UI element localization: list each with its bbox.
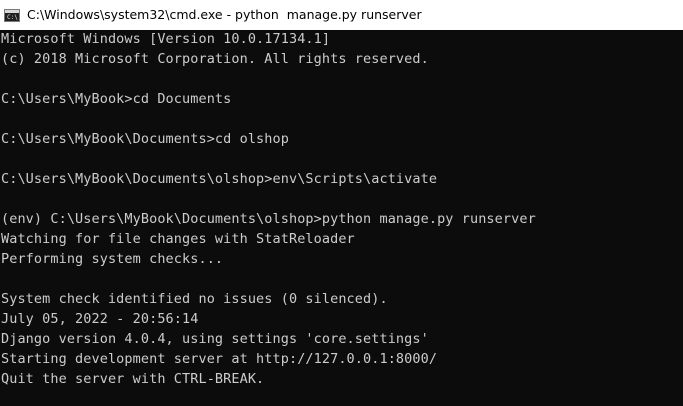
console-line: Django version 4.0.4, using settings 'co… [1,331,429,347]
console-line: (env) C:\Users\MyBook\Documents\olshop>p… [1,211,536,227]
console-line: July 05, 2022 - 20:56:14 [1,311,199,327]
console-line: Quit the server with CTRL-BREAK. [1,371,265,387]
console-line: (c) 2018 Microsoft Corporation. All righ… [1,51,429,67]
console-line: Performing system checks... [1,251,224,267]
cmd-icon-label: C:\ [7,13,18,21]
console-line: System check identified no issues (0 sil… [1,291,388,307]
cmd-icon[interactable]: C:\ [4,8,20,22]
console-output[interactable]: Microsoft Windows [Version 10.0.17134.1]… [1,29,681,406]
console-line: C:\Users\MyBook\Documents\olshop>env\Scr… [1,171,438,187]
console-line: Starting development server at http://12… [1,351,438,367]
window-title: C:\Windows\system32\cmd.exe - python man… [27,7,422,22]
title-bar[interactable]: C:\ C:\Windows\system32\cmd.exe - python… [0,0,683,30]
console-line: C:\Users\MyBook\Documents>cd olshop [1,131,289,147]
cmd-icon-bar [5,9,19,13]
console-line: C:\Users\MyBook>cd Documents [1,91,232,107]
console-line: Watching for file changes with StatReloa… [1,231,355,247]
cmd-window: C:\ C:\Windows\system32\cmd.exe - python… [0,0,683,406]
console-line: Microsoft Windows [Version 10.0.17134.1] [1,31,331,47]
